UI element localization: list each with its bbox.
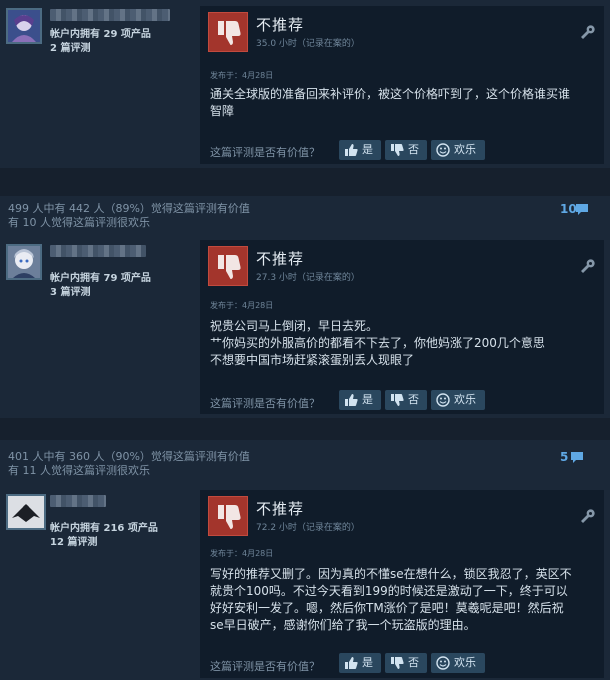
helpful-stats: 401 人中有 360 人（90%）觉得这篇评测有价值 有 11 人觉得这篇评测… — [8, 450, 250, 478]
review-text-line: 不想要中国市场赶紧滚蛋别丢人现眼了 — [210, 353, 415, 367]
no-label: 否 — [408, 143, 419, 156]
recommendation-label: 不推荐 — [256, 16, 305, 34]
wrench-icon[interactable] — [578, 258, 596, 276]
hours-played: 72.2 小时（记录在案的） — [256, 523, 360, 533]
thumbs-up-icon — [345, 394, 358, 406]
thumbs-up-icon — [345, 657, 358, 669]
comment-count-link[interactable]: 10 — [560, 202, 592, 218]
yes-label: 是 — [362, 143, 373, 156]
review-content: 不推荐 35.0 小时（记录在案的） 发布于：4月28日 通关全球版的准备回来补… — [200, 6, 604, 164]
funny-button[interactable]: 欢乐 — [431, 653, 485, 673]
card-divider — [0, 418, 610, 440]
wrench-icon[interactable] — [578, 24, 596, 42]
username-redacted[interactable] — [50, 9, 170, 21]
yes-button[interactable]: 是 — [339, 390, 381, 410]
recommendation-label: 不推荐 — [256, 500, 305, 518]
comment-bubble-icon — [571, 452, 583, 463]
review-count: 3 篇评测 — [50, 287, 91, 298]
products-owned: 帐户内拥有 216 项产品 — [50, 523, 158, 534]
helpful-stats: 499 人中有 442 人（89%）觉得这篇评测有价值 有 10 人觉得这篇评测… — [8, 202, 250, 230]
review-text-line: 写好的推荐又删了。因为真的不懂se在想什么，锁区我忍了，英区不 — [210, 567, 572, 581]
hours-played: 27.3 小时（记录在案的） — [256, 273, 360, 283]
review-card-3: 帐户内拥有 216 项产品 12 篇评测 不推荐 72.2 小时（记录在案的） … — [0, 486, 610, 680]
helpful-prompt: 这篇评测是否有价值？ — [210, 397, 320, 410]
comment-count-link[interactable]: 5 — [560, 450, 592, 466]
funny-stat-line: 有 11 人觉得这篇评测很欢乐 — [8, 464, 150, 477]
review-text-line: 艹你妈买的外服高价的都看不下去了，你他妈涨了200几个意思 — [210, 336, 545, 350]
comment-count: 5 — [560, 450, 569, 464]
review-text-line: 就贵个100吗。不过今天看到199的时候还是激动了一下，终于可以 — [210, 584, 568, 598]
review-text: 通关全球版的准备回来补评价，被这个价格吓到了，这个价格谁买谁 智障 — [210, 86, 594, 120]
funny-button[interactable]: 欢乐 — [431, 390, 485, 410]
review-text-line: 祝贵公司马上倒闭，早日去死。 — [210, 319, 379, 333]
username-redacted[interactable] — [50, 245, 146, 257]
no-label: 否 — [408, 393, 419, 406]
review-count: 2 篇评测 — [50, 43, 91, 54]
hours-played: 35.0 小时（记录在案的） — [256, 39, 360, 49]
comment-bubble-icon — [576, 204, 588, 215]
thumbs-down-icon — [391, 657, 404, 669]
reviewer-info: 帐户内拥有 216 项产品 12 篇评测 — [6, 494, 196, 548]
wrench-icon[interactable] — [578, 508, 596, 526]
posted-date: 发布于：4月28日 — [210, 301, 274, 310]
helpful-prompt: 这篇评测是否有价值？ — [210, 660, 320, 673]
thumbs-down-icon — [208, 12, 248, 52]
thumbs-up-icon — [345, 144, 358, 156]
avatar[interactable] — [6, 244, 42, 280]
card-divider — [0, 168, 610, 196]
products-owned: 帐户内拥有 79 项产品 — [50, 273, 151, 284]
reviewer-info: 帐户内拥有 29 项产品 2 篇评测 — [6, 8, 196, 54]
review-card-2: 帐户内拥有 79 项产品 3 篇评测 不推荐 27.3 小时（记录在案的） 发布… — [0, 236, 610, 418]
no-button[interactable]: 否 — [385, 390, 427, 410]
funny-label: 欢乐 — [454, 656, 476, 669]
review-count: 12 篇评测 — [50, 537, 98, 548]
yes-button[interactable]: 是 — [339, 653, 381, 673]
thumbs-down-icon — [391, 394, 404, 406]
funny-button[interactable]: 欢乐 — [431, 140, 485, 160]
thumbs-down-icon — [208, 496, 248, 536]
no-label: 否 — [408, 656, 419, 669]
smile-icon — [436, 143, 450, 157]
reviewer-info: 帐户内拥有 79 项产品 3 篇评测 — [6, 244, 196, 298]
review-text-line: se早日破产，感谢你们给了我一个玩盗版的理由。 — [210, 618, 476, 632]
helpful-stat-line: 401 人中有 360 人（90%）觉得这篇评测有价值 — [8, 450, 250, 463]
review-text-line: 好好安利一发了。嗯，然后你TM涨价了是吧！莫羲呢是吧！然后祝 — [210, 601, 564, 615]
thumbs-down-icon — [208, 246, 248, 286]
avatar[interactable] — [6, 8, 42, 44]
username-redacted[interactable] — [50, 495, 106, 507]
review-content: 不推荐 72.2 小时（记录在案的） 发布于：4月28日 写好的推荐又删了。因为… — [200, 490, 604, 678]
recommendation-label: 不推荐 — [256, 250, 305, 268]
smile-icon — [436, 393, 450, 407]
posted-date: 发布于：4月28日 — [210, 549, 274, 558]
review-text-line: 通关全球版的准备回来补评价，被这个价格吓到了，这个价格谁买谁 — [210, 87, 571, 101]
posted-date: 发布于：4月28日 — [210, 71, 274, 80]
yes-button[interactable]: 是 — [339, 140, 381, 160]
yes-label: 是 — [362, 393, 373, 406]
smile-icon — [436, 656, 450, 670]
funny-label: 欢乐 — [454, 143, 476, 156]
no-button[interactable]: 否 — [385, 653, 427, 673]
helpful-stat-line: 499 人中有 442 人（89%）觉得这篇评测有价值 — [8, 202, 250, 215]
review-card-1: 帐户内拥有 29 项产品 2 篇评测 不推荐 35.0 小时（记录在案的） 发布… — [0, 0, 610, 168]
yes-label: 是 — [362, 656, 373, 669]
funny-stat-line: 有 10 人觉得这篇评测很欢乐 — [8, 216, 150, 229]
review-text: 写好的推荐又删了。因为真的不懂se在想什么，锁区我忍了，英区不 就贵个100吗。… — [210, 566, 594, 634]
funny-label: 欢乐 — [454, 393, 476, 406]
review-content: 不推荐 27.3 小时（记录在案的） 发布于：4月28日 祝贵公司马上倒闭，早日… — [200, 240, 604, 414]
helpful-prompt: 这篇评测是否有价值？ — [210, 146, 320, 159]
no-button[interactable]: 否 — [385, 140, 427, 160]
thumbs-down-icon — [391, 144, 404, 156]
products-owned: 帐户内拥有 29 项产品 — [50, 29, 151, 40]
review-text: 祝贵公司马上倒闭，早日去死。 艹你妈买的外服高价的都看不下去了，你他妈涨了200… — [210, 318, 594, 369]
review-text-line: 智障 — [210, 104, 235, 118]
avatar[interactable] — [6, 494, 46, 530]
